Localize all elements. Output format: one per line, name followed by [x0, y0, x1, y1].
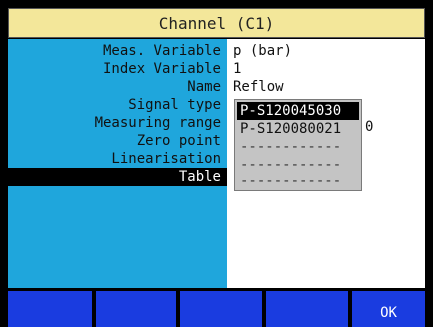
field-label-zero-point[interactable]: Zero point	[8, 132, 221, 150]
function-key-2[interactable]	[96, 291, 176, 327]
dropdown-option[interactable]: ------------	[237, 138, 359, 156]
dropdown-option[interactable]: P-S120045030	[237, 102, 359, 120]
field-label-signal-type[interactable]: Signal type	[8, 96, 221, 114]
dropdown-option[interactable]: P-S120080021	[237, 120, 359, 138]
device-screen: Channel (C1) Meas. Variable Index Variab…	[0, 0, 433, 327]
measuring-range-value: 0	[365, 119, 374, 135]
function-key-1[interactable]	[8, 291, 92, 327]
field-label-measuring-range[interactable]: Measuring range	[8, 114, 221, 132]
function-key-3[interactable]	[180, 291, 262, 327]
ok-button[interactable]: OK	[352, 291, 425, 327]
signal-type-dropdown[interactable]: P-S120045030 P-S120080021 ------------ -…	[234, 99, 362, 191]
field-label-table[interactable]: Table	[8, 168, 227, 186]
label-panel: Meas. Variable Index Variable Name Signa…	[8, 39, 227, 288]
dropdown-option[interactable]: ------------	[237, 172, 359, 190]
field-value-index-variable[interactable]: 1	[233, 60, 241, 78]
field-label-index-variable[interactable]: Index Variable	[8, 60, 221, 78]
field-label-meas-variable[interactable]: Meas. Variable	[8, 42, 221, 60]
function-key-bar: OK	[0, 291, 433, 327]
function-key-4[interactable]	[266, 291, 348, 327]
field-value-meas-variable[interactable]: p (bar)	[233, 42, 292, 60]
field-label-name[interactable]: Name	[8, 78, 221, 96]
window-title: Channel (C1)	[8, 8, 425, 38]
field-label-linearisation[interactable]: Linearisation	[8, 150, 221, 168]
field-value-name[interactable]: Reflow	[233, 78, 284, 96]
